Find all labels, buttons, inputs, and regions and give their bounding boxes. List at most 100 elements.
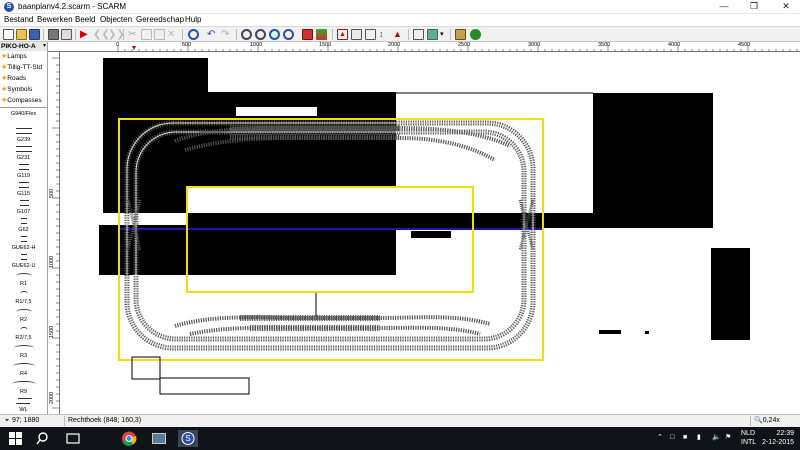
- part-item[interactable]: GUE62-H: [0, 236, 47, 254]
- ruler-top-label: 3000: [528, 42, 541, 48]
- copy-icon[interactable]: [141, 29, 152, 40]
- baseboard-gap: [236, 107, 317, 116]
- menu-bar: Bestand Bewerken Beeld Objecten Gereedsc…: [0, 14, 800, 26]
- toolbar-separator: [75, 29, 76, 40]
- open-folder-icon[interactable]: [16, 29, 27, 40]
- part-item[interactable]: G107: [0, 200, 47, 218]
- chrome-icon[interactable]: [120, 430, 138, 447]
- toolbar-separator: [123, 29, 124, 40]
- part-item[interactable]: WL: [0, 398, 47, 414]
- redo-arrow-icon[interactable]: ❯❯: [108, 29, 125, 40]
- close-button[interactable]: ✕: [772, 0, 800, 13]
- part-item[interactable]: R2/7,5: [0, 326, 47, 344]
- undo-arrow-icon[interactable]: ❮❮: [93, 29, 110, 40]
- minimize-button[interactable]: —: [710, 0, 738, 13]
- zoom-out-icon[interactable]: [255, 29, 266, 40]
- small-object[interactable]: [411, 231, 451, 238]
- category-compasses[interactable]: ★Compasses: [0, 95, 47, 106]
- cut-icon[interactable]: ✂: [128, 29, 139, 40]
- battery-icon[interactable]: ▮: [697, 433, 701, 443]
- redo-icon[interactable]: ↷: [221, 29, 232, 40]
- flag-icon[interactable]: ⚑: [725, 433, 731, 443]
- part-item[interactable]: G940/Flex: [0, 110, 47, 128]
- task-view-icon[interactable]: [64, 430, 82, 447]
- select-object-icon[interactable]: [413, 29, 424, 40]
- search-icon[interactable]: [34, 430, 52, 447]
- part-item[interactable]: G239: [0, 128, 47, 146]
- small-object[interactable]: [599, 330, 621, 334]
- part-item[interactable]: R4: [0, 362, 47, 380]
- small-object[interactable]: [645, 331, 649, 334]
- toolbar-separator: [236, 29, 237, 40]
- save-icon[interactable]: [29, 29, 40, 40]
- paste-icon[interactable]: [154, 29, 165, 40]
- 3d-view-icon[interactable]: [455, 29, 466, 40]
- print-icon[interactable]: [48, 29, 59, 40]
- menu-hulp[interactable]: Hulp: [185, 15, 201, 25]
- outline-rect[interactable]: [159, 377, 250, 395]
- category-tillig[interactable]: ★Tillig-TT-Std: [0, 62, 47, 73]
- zoom-window-icon[interactable]: [283, 29, 294, 40]
- menu-bestand[interactable]: Bestand: [4, 15, 33, 25]
- part-item[interactable]: R2: [0, 308, 47, 326]
- library-panel: PIKO-HO-A ▾ ★Lamps ★Tillig-TT-Std ★Roads …: [0, 42, 48, 414]
- category-symbols[interactable]: ★Symbols: [0, 84, 47, 95]
- part-item[interactable]: GUE62-U: [0, 254, 47, 272]
- part-item[interactable]: G119: [0, 164, 47, 182]
- palette-icon[interactable]: [427, 29, 438, 40]
- part-item[interactable]: R1: [0, 272, 47, 290]
- zoom-in-icon[interactable]: [241, 29, 252, 40]
- ruler-left: 500 1000 1500 2000: [48, 52, 60, 414]
- notification-icon[interactable]: □: [670, 433, 674, 443]
- track-plan[interactable]: [60, 52, 800, 414]
- track-check-icon[interactable]: ▲: [337, 29, 348, 40]
- delete-icon[interactable]: ✕: [167, 29, 178, 40]
- menu-bewerken[interactable]: Bewerken: [37, 15, 73, 25]
- category-roads[interactable]: ★Roads: [0, 73, 47, 84]
- zoom-icon: 🔍: [754, 417, 763, 424]
- ruler-left-label: 2000: [49, 391, 55, 404]
- menu-objecten[interactable]: Objecten: [100, 15, 132, 25]
- part-item[interactable]: R3: [0, 344, 47, 362]
- layout-canvas[interactable]: [60, 52, 800, 414]
- undo-icon[interactable]: ↶: [207, 29, 218, 40]
- toolbar-separator: [182, 29, 183, 40]
- layers-icon[interactable]: [316, 29, 327, 40]
- language-indicator[interactable]: NLD INTL: [741, 429, 756, 447]
- part-item[interactable]: G62: [0, 218, 47, 236]
- title-bar: S baanplanv4.2.scarm - SCARM — ❐ ✕: [0, 0, 800, 14]
- part-item[interactable]: R9: [0, 380, 47, 398]
- menu-beeld[interactable]: Beeld: [75, 15, 95, 25]
- scarm-taskbar-icon[interactable]: S: [178, 430, 198, 447]
- run-icon[interactable]: ▶: [80, 29, 91, 40]
- zoom-fit-icon[interactable]: [269, 29, 280, 40]
- flex-track-icon[interactable]: [351, 29, 362, 40]
- part-item[interactable]: G115: [0, 182, 47, 200]
- photos-icon[interactable]: [150, 430, 168, 447]
- menu-gereedschap[interactable]: Gereedschap: [136, 15, 184, 25]
- network-icon[interactable]: ■: [683, 433, 687, 443]
- taskbar: S ⌃ □ ■ ▮ 🔈 ⚑ NLD INTL 22:39 2-12-2015: [0, 427, 800, 450]
- volume-icon[interactable]: 🔈: [712, 433, 721, 443]
- library-selector[interactable]: PIKO-HO-A ▾: [0, 42, 47, 51]
- print-preview-icon[interactable]: [61, 29, 72, 40]
- rotate-icon[interactable]: [188, 29, 199, 40]
- ruler-left-ticks: [52, 57, 60, 409]
- baseboard-gap: [396, 93, 593, 213]
- windows-start-icon[interactable]: [6, 430, 24, 447]
- elevation-icon[interactable]: ▲: [393, 29, 404, 40]
- train-icon[interactable]: [470, 29, 481, 40]
- category-lamps[interactable]: ★Lamps: [0, 51, 47, 62]
- chevron-up-icon[interactable]: ⌃: [657, 433, 663, 443]
- scarm-app-icon[interactable]: S: [4, 2, 14, 12]
- layer-icon[interactable]: [302, 29, 313, 40]
- measure-icon[interactable]: [365, 29, 376, 40]
- toolbar-separator: [43, 29, 44, 40]
- ruler-top-label: 1000: [250, 42, 263, 48]
- clock[interactable]: 22:39 2-12-2015: [762, 429, 794, 447]
- new-file-icon[interactable]: [3, 29, 14, 40]
- part-item[interactable]: R1/7,5: [0, 290, 47, 308]
- height-icon[interactable]: ↕: [379, 29, 390, 40]
- maximize-button[interactable]: ❐: [740, 0, 768, 13]
- part-item[interactable]: G231: [0, 146, 47, 164]
